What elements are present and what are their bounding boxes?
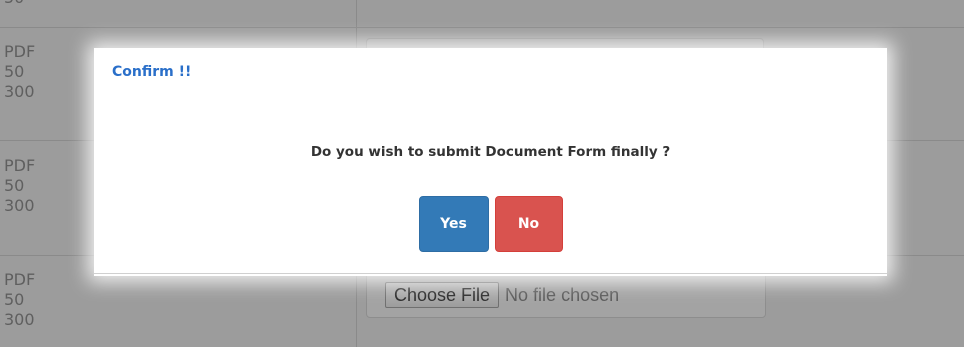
page: 50 PDF 50 300 PDF 50 300 PDF 50 300 Choo… [0,0,964,347]
dialog-footer-divider [94,273,887,274]
table-cell-text: PDF 50 300 [4,156,35,216]
cell-line: 300 [4,82,35,101]
cell-line: PDF [4,42,36,61]
cell-line: 50 [4,290,25,309]
cell-line: 300 [4,196,35,215]
confirm-dialog: Confirm !! Do you wish to submit Documen… [94,48,887,276]
dialog-message: Do you wish to submit Document Form fina… [310,144,671,160]
table-row-divider [0,27,964,28]
no-button[interactable]: No [494,196,563,252]
cell-line: 50 [4,176,25,195]
dialog-button-group: Yes No [94,196,887,252]
file-input[interactable]: Choose File No file chosen [366,272,766,318]
cell-line: PDF [4,156,36,175]
yes-button[interactable]: Yes [418,196,489,252]
table-cell-text: PDF 50 300 [4,42,35,102]
cell-line: 50 [4,0,24,8]
cell-line: 50 [4,62,25,81]
cell-line: 300 [4,310,35,329]
file-status-text: No file chosen [505,284,620,305]
dialog-title: Confirm !! [112,64,192,80]
choose-file-button[interactable]: Choose File [385,282,500,308]
cell-line: PDF [4,270,36,289]
table-cell-text: 50 [4,0,24,8]
table-cell-text: PDF 50 300 [4,270,35,330]
